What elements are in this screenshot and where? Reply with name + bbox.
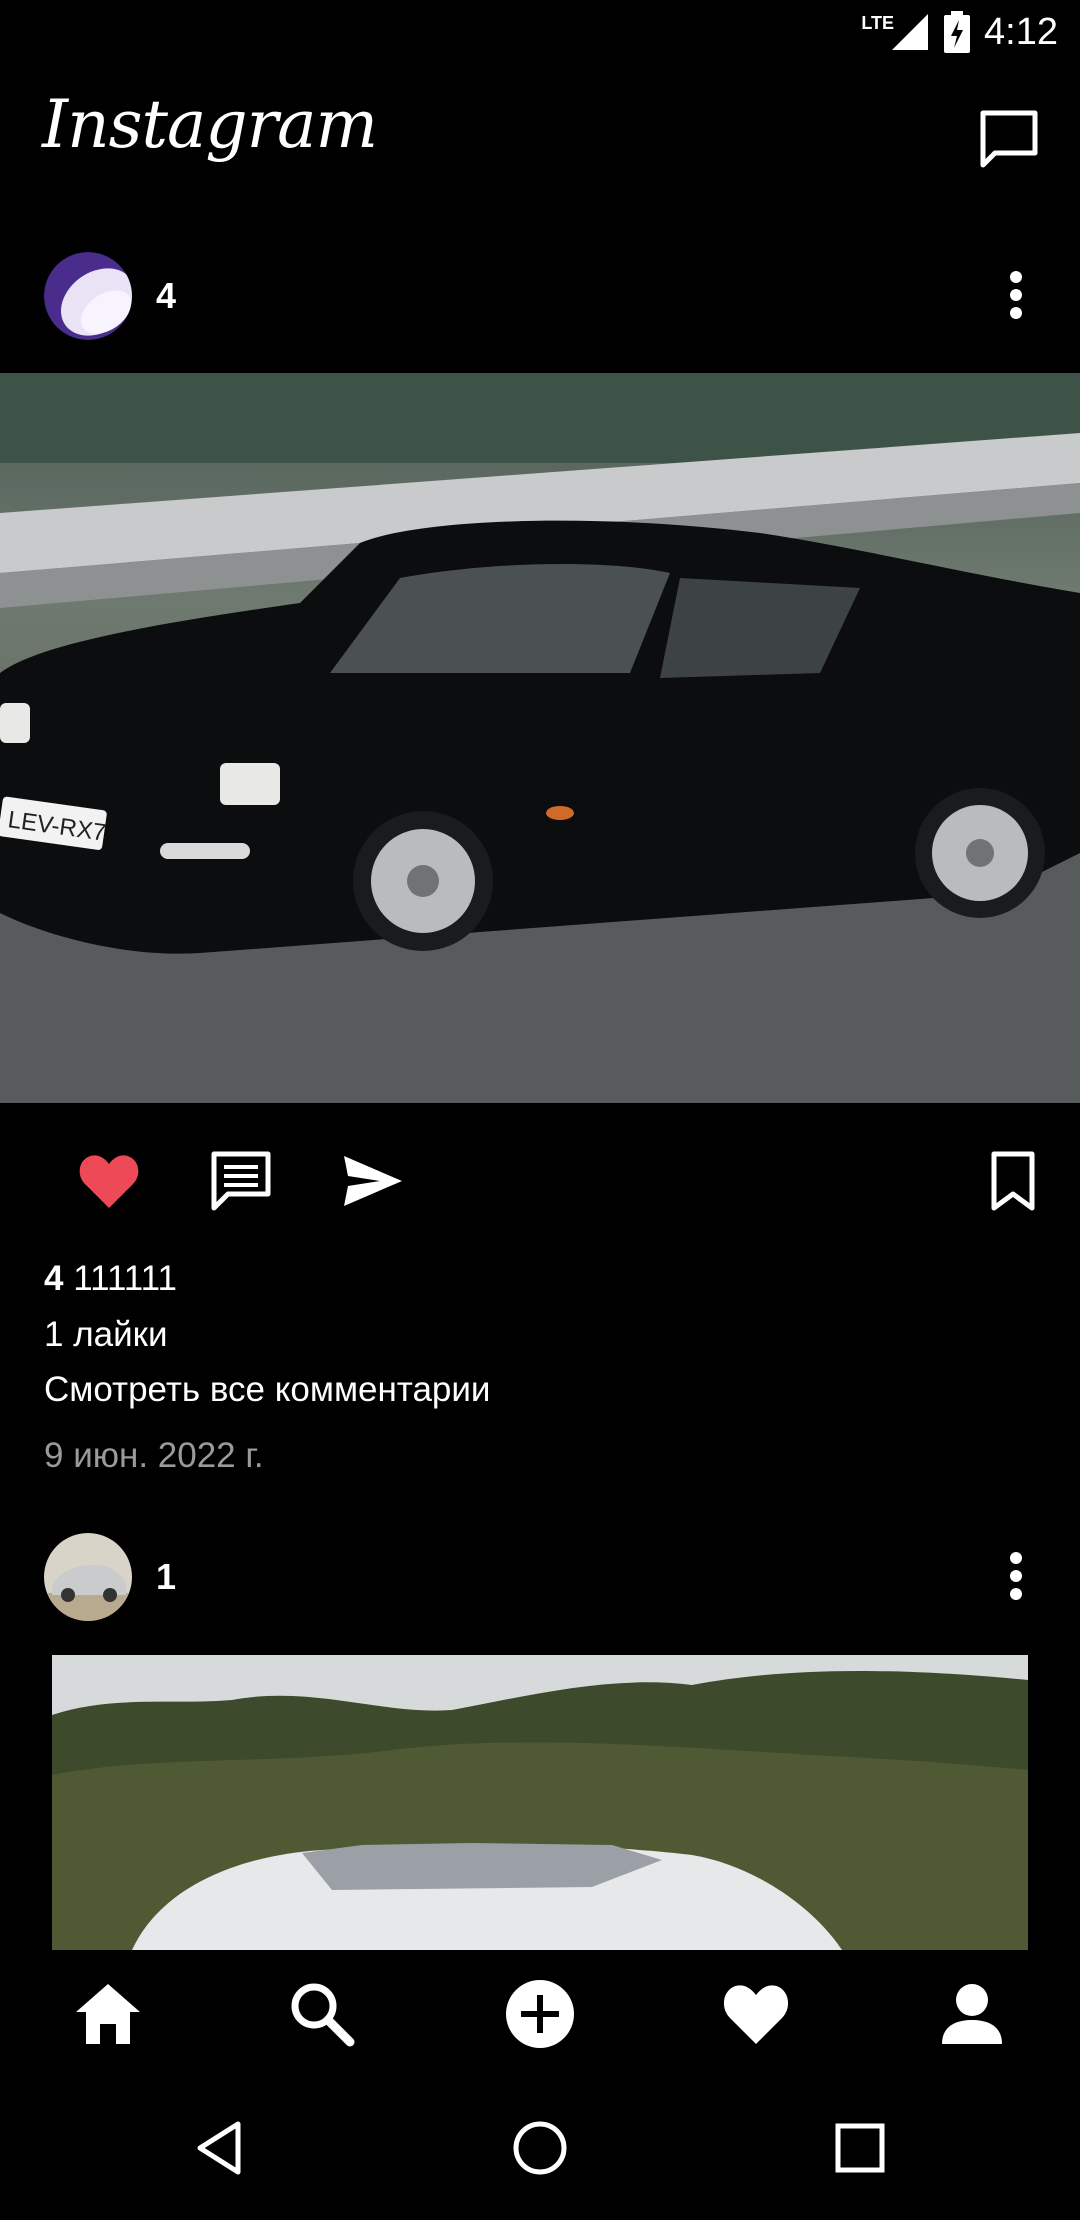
comment-icon[interactable] [208, 1148, 274, 1214]
add-icon[interactable] [504, 1978, 576, 2050]
post-image[interactable]: LEV-RX7 [0, 373, 1080, 1103]
post-header: 1 [0, 1518, 1080, 1638]
post-header: 4 [0, 237, 1080, 357]
clock: 4:12 [984, 10, 1058, 53]
avatar[interactable] [44, 1533, 132, 1621]
caption-text: 111111 [73, 1259, 178, 1298]
profile-icon[interactable] [936, 1978, 1008, 2050]
home-circle-icon[interactable] [510, 2118, 570, 2178]
bookmark-icon[interactable] [980, 1148, 1046, 1214]
post-actions [0, 1140, 1080, 1224]
instagram-logo[interactable]: Instagram [42, 86, 378, 163]
post-username[interactable]: 4 [156, 275, 176, 317]
post-image[interactable] [52, 1655, 1028, 1950]
home-icon[interactable] [72, 1978, 144, 2050]
post-caption: 4 111111 [44, 1259, 177, 1299]
view-comments-link[interactable]: Смотреть все комментарии [44, 1370, 490, 1410]
status-bar: LTE 4:12 [0, 0, 1080, 64]
post-username[interactable]: 1 [156, 1556, 176, 1598]
more-vert-icon[interactable] [992, 1548, 1040, 1604]
app-header: Instagram [0, 64, 1080, 204]
send-icon[interactable] [340, 1148, 406, 1214]
post-date: 9 июн. 2022 г. [44, 1436, 264, 1475]
search-icon[interactable] [286, 1978, 358, 2050]
likes-count[interactable]: 1 лайки [44, 1315, 168, 1355]
back-icon[interactable] [190, 2118, 250, 2178]
signal-icon [892, 14, 929, 50]
more-vert-icon[interactable] [992, 267, 1040, 323]
activity-heart-icon[interactable] [720, 1978, 792, 2050]
heart-icon[interactable] [76, 1148, 142, 1214]
avatar[interactable] [44, 252, 132, 340]
system-navigation [0, 2076, 1080, 2220]
message-icon[interactable] [978, 108, 1040, 170]
bottom-navigation [0, 1950, 1080, 2076]
battery-charging-icon [944, 11, 971, 53]
caption-username[interactable]: 4 [44, 1259, 63, 1298]
recents-icon[interactable] [830, 2118, 890, 2178]
